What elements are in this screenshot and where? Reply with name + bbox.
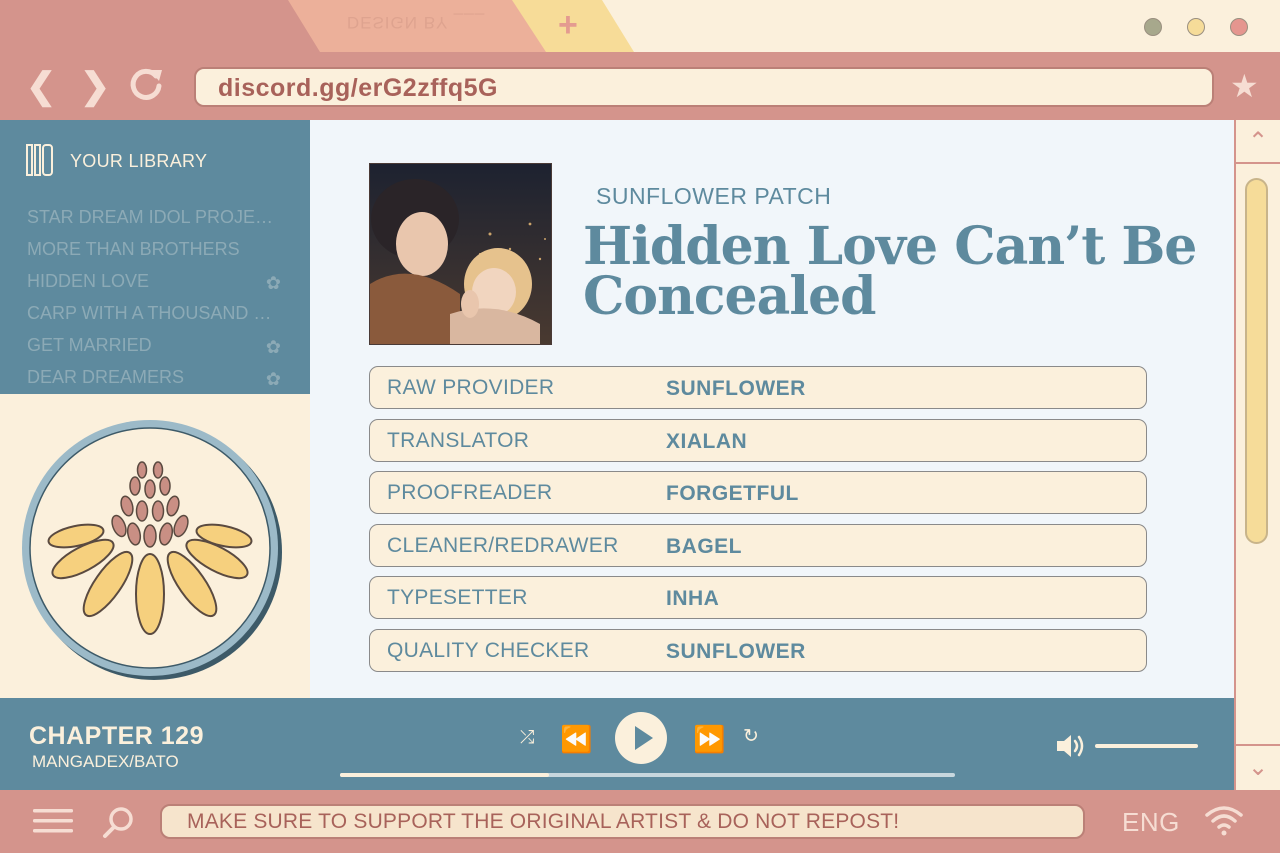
library-item[interactable]: STAR DREAM IDOL PROJECT bbox=[27, 205, 287, 237]
reload-icon[interactable] bbox=[126, 64, 166, 112]
reload-icon-graphic bbox=[130, 68, 162, 100]
credit-row: TYPESETTER INHA bbox=[369, 576, 1147, 620]
credit-row: CLEANER/REDRAWER BAGEL bbox=[369, 523, 1147, 567]
source-label: MANGADEX/BATO bbox=[32, 752, 179, 771]
series-title: Hidden Love Can’t Be Concealed bbox=[583, 216, 1197, 327]
credit-name: BAGEL bbox=[666, 534, 742, 558]
credit-name: XIALAN bbox=[666, 429, 748, 453]
credit-role: CLEANER/REDRAWER bbox=[387, 533, 619, 557]
chapter-label: CHAPTER 129 bbox=[29, 722, 204, 750]
scroll-up-chevron-icon[interactable]: ⌃ bbox=[1236, 120, 1280, 164]
credit-row: PROOFREADER FORGETFUL bbox=[369, 471, 1147, 515]
credit-row: RAW PROVIDER SUNFLOWER bbox=[369, 366, 1147, 409]
tab-active-label: DESIGN BY ___ bbox=[346, 13, 486, 32]
credit-role: QUALITY CHECKER bbox=[387, 638, 590, 662]
tab-strip-background bbox=[600, 0, 1280, 52]
credit-role: TYPESETTER bbox=[387, 586, 528, 610]
library-item-label: DEAR DREAMERS bbox=[27, 367, 185, 387]
credit-name: INHA bbox=[666, 587, 720, 611]
url-text: discord.gg/erG2zffq5G bbox=[218, 74, 498, 102]
menu-icon[interactable] bbox=[33, 808, 73, 834]
credit-row: QUALITY CHECKER SUNFLOWER bbox=[369, 628, 1147, 672]
repeat-icon[interactable]: ↻ bbox=[743, 727, 759, 746]
library-icon bbox=[26, 144, 53, 176]
library-item-label: HIDDEN LOVE bbox=[27, 271, 150, 291]
notice-text: MAKE SURE TO SUPPORT THE ORIGINAL ARTIST… bbox=[187, 810, 900, 833]
url-input[interactable]: discord.gg/erG2zffq5G bbox=[194, 67, 1214, 107]
flower-icon: ✿ bbox=[265, 369, 281, 389]
library-item[interactable]: DEAR DREAMERS ✿ bbox=[27, 365, 287, 397]
back-arrow-icon[interactable]: ❮ bbox=[26, 66, 56, 106]
window-maximize-button[interactable] bbox=[1187, 18, 1205, 36]
credit-role: RAW PROVIDER bbox=[387, 376, 555, 399]
library-item-label: STAR DREAM IDOL PROJECT bbox=[27, 207, 277, 227]
group-name: SUNFLOWER PATCH bbox=[596, 183, 832, 209]
library-item-label: MORE THAN BROTHERS bbox=[27, 239, 240, 259]
progress-slider[interactable] bbox=[340, 773, 955, 777]
credit-row: TRANSLATOR XIALAN bbox=[369, 418, 1147, 462]
library-item-label: CARP WITH A THOUSAND E... bbox=[27, 303, 277, 323]
credit-name: SUNFLOWER bbox=[666, 377, 806, 400]
flower-icon: ✿ bbox=[265, 273, 281, 293]
library-title: YOUR LIBRARY bbox=[70, 151, 208, 171]
window-close-button[interactable] bbox=[1230, 18, 1248, 36]
forward-arrow-icon[interactable]: ❯ bbox=[80, 66, 110, 106]
scrollbar-thumb[interactable] bbox=[1245, 178, 1268, 544]
shuffle-icon[interactable]: ⤮ bbox=[520, 728, 534, 746]
library-item[interactable]: CARP WITH A THOUSAND E... bbox=[27, 301, 287, 333]
credit-name: SUNFLOWER bbox=[666, 639, 806, 663]
cover-image bbox=[369, 163, 552, 345]
cover-illustration bbox=[370, 164, 551, 344]
library-list: STAR DREAM IDOL PROJECT MORE THAN BROTHER… bbox=[27, 205, 287, 397]
wifi-icon[interactable] bbox=[1204, 804, 1244, 836]
credit-role: PROOFREADER bbox=[387, 481, 553, 505]
play-button[interactable] bbox=[615, 712, 667, 764]
library-item-label: GET MARRIED bbox=[27, 335, 152, 355]
library-item[interactable]: GET MARRIED ✿ bbox=[27, 333, 287, 365]
search-icon[interactable] bbox=[102, 805, 136, 839]
language-label[interactable]: ENG bbox=[1122, 807, 1180, 838]
volume-icon[interactable] bbox=[1055, 733, 1087, 759]
library-item[interactable]: MORE THAN BROTHERS bbox=[27, 237, 287, 269]
rewind-icon[interactable]: ⏪ bbox=[560, 726, 592, 752]
plus-icon[interactable]: + bbox=[558, 8, 578, 42]
fast-forward-icon[interactable]: ⏩ bbox=[693, 726, 725, 752]
flower-icon: ✿ bbox=[265, 337, 281, 357]
library-item[interactable]: HIDDEN LOVE ✿ bbox=[27, 269, 287, 301]
scroll-down-chevron-icon[interactable]: ⌄ bbox=[1236, 744, 1280, 788]
window-minimize-button[interactable] bbox=[1144, 18, 1162, 36]
sunflower-emblem bbox=[22, 420, 282, 680]
credit-role: TRANSLATOR bbox=[387, 428, 530, 452]
volume-slider[interactable] bbox=[1095, 744, 1198, 748]
bookmark-star-icon[interactable]: ★ bbox=[1230, 66, 1259, 106]
progress-fill bbox=[340, 773, 550, 777]
credit-name: FORGETFUL bbox=[666, 482, 799, 506]
credits-list: RAW PROVIDER SUNFLOWER TRANSLATOR XIALAN PRO… bbox=[369, 366, 1147, 682]
notice-input[interactable]: MAKE SURE TO SUPPORT THE ORIGINAL ARTIST… bbox=[160, 804, 1085, 839]
